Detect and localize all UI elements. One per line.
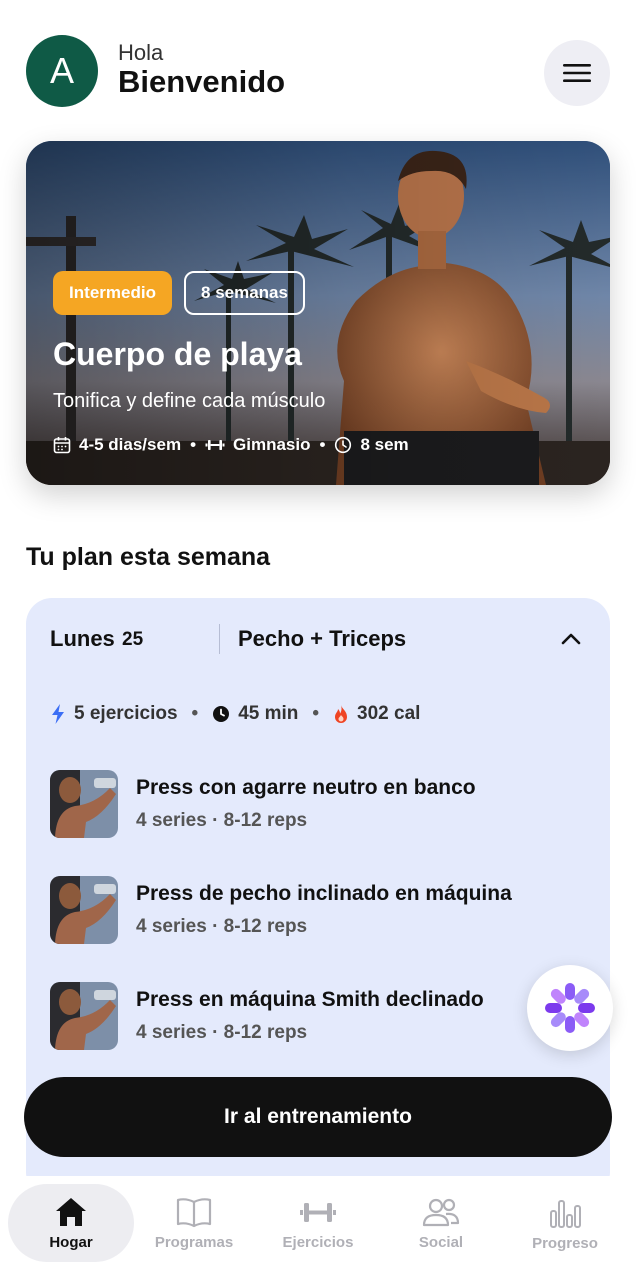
section-title: Tu plan esta semana bbox=[26, 543, 271, 571]
frequency-text: 4-5 dias/sem bbox=[79, 435, 182, 454]
bolt-icon bbox=[52, 704, 64, 724]
nav-item-social[interactable]: Social bbox=[378, 1184, 504, 1262]
calories-text: 302 cal bbox=[357, 703, 421, 724]
nav-item-programs[interactable]: Programas bbox=[131, 1184, 257, 1262]
avatar[interactable]: A bbox=[26, 35, 98, 107]
greeting-text: Hola bbox=[118, 40, 164, 65]
length-text: 8 sem bbox=[360, 435, 409, 454]
welcome-title: Bienvenido bbox=[118, 64, 286, 99]
exercise-thumbnail bbox=[50, 770, 118, 838]
chevron-up-icon bbox=[561, 633, 581, 645]
program-title: Cuerpo de playa bbox=[53, 336, 302, 372]
day-label: Lunes bbox=[50, 626, 115, 651]
exercise-thumbnail bbox=[50, 876, 118, 944]
hamburger-icon bbox=[563, 64, 591, 82]
exercise-item[interactable]: Press en máquina Smith declinado 4 serie… bbox=[50, 982, 590, 1050]
workout-name: Pecho + Triceps bbox=[238, 626, 407, 651]
exercise-item[interactable]: Press de pecho inclinado en máquina 4 se… bbox=[50, 876, 590, 944]
nav-label: Programas bbox=[154, 1233, 234, 1251]
location-text: Gimnasio bbox=[233, 435, 311, 454]
exercise-detail: 4 series · 8-12 reps bbox=[136, 916, 308, 937]
dumbbell-icon bbox=[205, 440, 225, 450]
dumbbell-icon bbox=[300, 1202, 336, 1222]
clock-icon bbox=[335, 436, 352, 454]
nav-label: Ejercicios bbox=[282, 1233, 354, 1251]
program-subtitle: Tonifica y define cada músculo bbox=[53, 390, 326, 412]
ai-assistant-button[interactable] bbox=[527, 965, 613, 1051]
nav-label: Hogar bbox=[49, 1233, 93, 1251]
exercise-detail: 4 series · 8-12 reps bbox=[136, 1022, 308, 1043]
exercises-count: 5 ejercicios bbox=[74, 703, 178, 724]
menu-button[interactable] bbox=[544, 40, 610, 106]
bottom-navigation: Hogar Programas Ejercicios Social Progre… bbox=[0, 1176, 636, 1280]
workout-stats: 5 ejercicios • 45 min • 302 cal bbox=[50, 703, 420, 725]
nav-item-exercises[interactable]: Ejercicios bbox=[255, 1184, 381, 1262]
exercise-name: Press con agarre neutro en banco bbox=[136, 776, 476, 799]
exercise-item[interactable]: Press con agarre neutro en banco 4 serie… bbox=[50, 770, 590, 838]
fire-icon bbox=[335, 705, 348, 723]
duration-text: 45 min bbox=[238, 703, 299, 724]
nav-item-home[interactable]: Hogar bbox=[8, 1184, 134, 1262]
book-icon bbox=[176, 1197, 212, 1227]
meta-separator: • bbox=[319, 435, 326, 454]
sparkle-flower-icon bbox=[545, 983, 595, 1033]
exercise-thumbnail bbox=[50, 982, 118, 1050]
program-card[interactable]: Intermedio 8 semanas Cuerpo de playa Ton… bbox=[26, 141, 610, 485]
exercise-name: Press en máquina Smith declinado bbox=[136, 988, 484, 1011]
people-icon bbox=[422, 1198, 460, 1226]
bar-chart-icon bbox=[550, 1199, 581, 1228]
clock-icon bbox=[213, 706, 230, 722]
start-workout-button[interactable]: Ir al entrenamiento bbox=[24, 1077, 612, 1157]
duration-badge: 8 semanas bbox=[184, 271, 305, 315]
nav-label: Progreso bbox=[532, 1234, 598, 1252]
day-number: 25 bbox=[122, 629, 144, 650]
exercise-detail: 4 series · 8-12 reps bbox=[136, 810, 308, 831]
home-icon bbox=[56, 1197, 86, 1226]
stats-separator: • bbox=[312, 703, 320, 724]
nav-item-progress[interactable]: Progreso bbox=[502, 1184, 628, 1262]
calendar-icon bbox=[53, 437, 71, 454]
stats-separator: • bbox=[191, 703, 199, 724]
divider bbox=[219, 624, 220, 654]
collapse-button[interactable] bbox=[558, 626, 584, 652]
exercise-name: Press de pecho inclinado en máquina bbox=[136, 882, 512, 905]
meta-separator: • bbox=[190, 435, 197, 454]
program-meta: 4-5 dias/sem • Gimnasio • 8 sem bbox=[53, 435, 409, 455]
header: A Hola Bienvenido bbox=[0, 0, 636, 130]
nav-label: Social bbox=[418, 1233, 464, 1251]
level-badge: Intermedio bbox=[53, 271, 172, 315]
